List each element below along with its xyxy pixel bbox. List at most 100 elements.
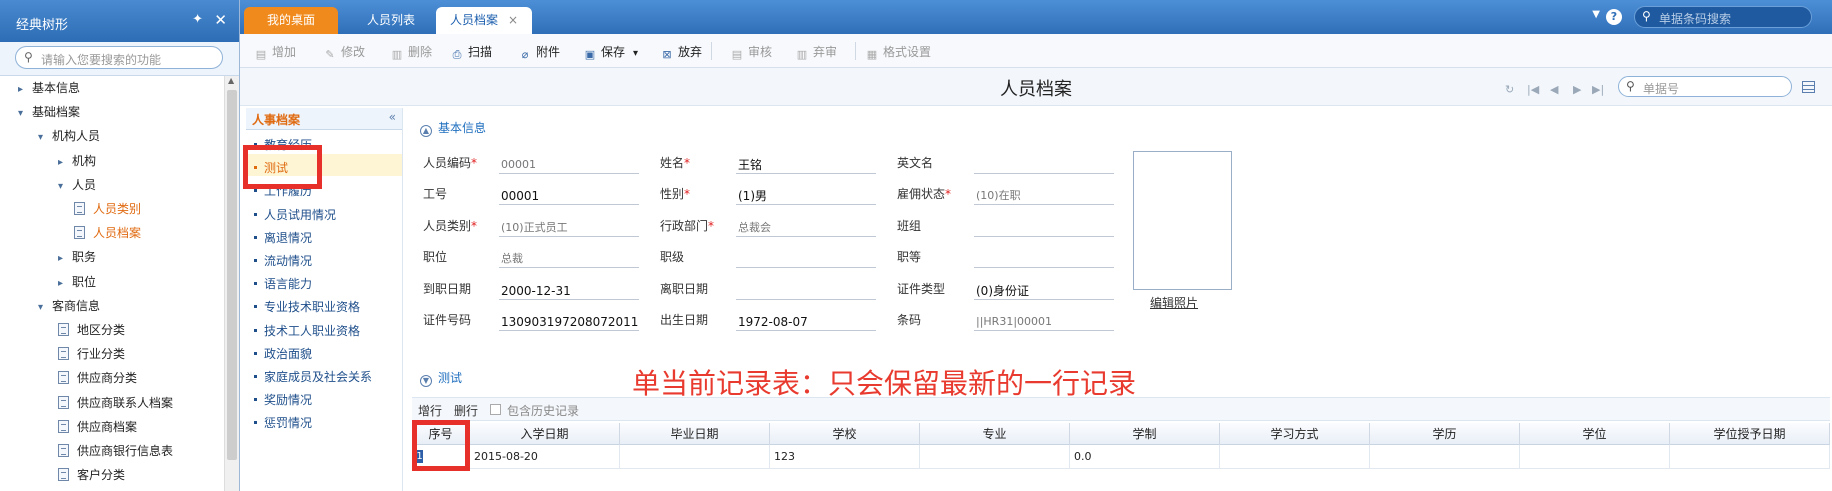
field-input[interactable] (736, 282, 876, 300)
section-detail[interactable]: ▼ 测试 (420, 369, 462, 387)
chevron-down-icon[interactable]: ▾ (38, 127, 52, 149)
record-number-search[interactable]: ⚲ 单据号 (1618, 76, 1792, 97)
toolbar-button-format[interactable]: ▦ 格式设置 (865, 43, 931, 61)
grid-cell[interactable] (620, 445, 770, 469)
field-input[interactable] (974, 219, 1114, 237)
tree-item[interactable]: ▸ 职位 (58, 271, 96, 293)
toolbar-button-unaudit[interactable]: ▥ 弃审 (795, 43, 837, 61)
tree-item[interactable]: ▸ 职务 (58, 246, 96, 268)
refresh-icon[interactable]: ↻ (1505, 83, 1514, 96)
tree-item[interactable]: 客户分类 (58, 464, 125, 486)
field-input[interactable] (974, 250, 1114, 269)
grid-cell[interactable] (1670, 445, 1830, 469)
field-input[interactable]: (10)正式员工 (499, 219, 639, 237)
tree-item[interactable]: ▾ 基础档案 (18, 101, 80, 123)
hr-archive-item[interactable]: 流动情况 (254, 252, 312, 269)
tab-close-icon[interactable]: × (508, 13, 518, 27)
delete-row-button[interactable]: 删行 (454, 402, 478, 419)
toolbar-button-delete[interactable]: ▥ 删除 (390, 43, 432, 61)
last-record-icon[interactable]: ▶| (1592, 83, 1604, 96)
hr-archive-item[interactable]: 语言能力 (254, 275, 312, 292)
field-input[interactable] (736, 250, 876, 269)
field-input[interactable]: 总裁 (499, 250, 639, 269)
field-input[interactable]: (1)男 (736, 187, 876, 206)
grid-column-header[interactable]: 入学日期 (470, 423, 620, 445)
chevron-down-icon[interactable]: ▾ (58, 176, 72, 198)
first-record-icon[interactable]: |◀ (1527, 83, 1539, 96)
toolbar-button-scan[interactable]: ⎙ 扫描 (450, 43, 492, 61)
tree-item[interactable]: 行业分类 (58, 343, 125, 365)
prev-record-icon[interactable]: ◀ (1550, 83, 1558, 96)
grid-column-header[interactable]: 学制 (1070, 423, 1220, 445)
tree-item[interactable]: 供应商档案 (58, 416, 137, 438)
tree-item[interactable]: 供应商分类 (58, 367, 137, 389)
tree-item[interactable]: ▾ 机构人员 (38, 125, 100, 147)
tab-my-desktop[interactable]: 我的桌面 (244, 7, 338, 34)
tree-item[interactable]: 供应商联系人档案 (58, 392, 173, 414)
hr-archive-item[interactable]: 专业技术职业资格 (254, 298, 360, 315)
field-input[interactable]: 总裁会 (736, 219, 876, 237)
grid-cell[interactable] (1520, 445, 1670, 469)
tree-item[interactable]: 地区分类 (58, 319, 125, 341)
field-input[interactable]: (0)身份证 (974, 282, 1114, 300)
tab-personnel-archive[interactable]: 人员档案 × (436, 7, 532, 34)
edit-photo-link[interactable]: 编辑照片 (1150, 294, 1198, 311)
field-input[interactable]: 00001 (499, 156, 639, 174)
field-input[interactable]: 1972-08-07 (736, 313, 876, 331)
close-icon[interactable]: ✕ (214, 11, 227, 29)
history-checkbox[interactable] (490, 404, 501, 415)
hr-archive-item[interactable]: 政治面貌 (254, 345, 312, 362)
hr-archive-item[interactable]: 人员试用情况 (254, 206, 336, 223)
table-row[interactable]: 1 2015-08-20 123 0.0 (412, 445, 1830, 469)
tree-item[interactable]: 人员类别 (74, 198, 141, 220)
tree-scrollbar[interactable]: ▲ (224, 76, 239, 491)
toolbar-button-discard[interactable]: ⊠ 放弃 (660, 43, 702, 61)
tree-item[interactable]: 供应商银行信息表 (58, 440, 173, 462)
chevron-down-icon[interactable]: ▼ (1592, 9, 1600, 20)
chevron-right-icon[interactable]: ▸ (58, 152, 72, 174)
chevron-right-icon[interactable]: ▸ (18, 79, 32, 101)
help-icon[interactable]: ? (1606, 9, 1622, 25)
grid-cell[interactable]: 123 (770, 445, 920, 469)
tree-item[interactable]: ▸ 基本信息 (18, 77, 80, 99)
field-input[interactable]: ||HR31|00001 (974, 313, 1114, 331)
hr-archive-item[interactable]: 技术工人职业资格 (254, 322, 360, 339)
hr-archive-item[interactable]: 奖励情况 (254, 391, 312, 408)
field-input[interactable]: 王铭 (736, 156, 876, 174)
grid-column-header[interactable]: 学习方式 (1220, 423, 1370, 445)
field-input[interactable]: 2000-12-31 (499, 282, 639, 300)
toolbar-button-edit[interactable]: ✎ 修改 (323, 43, 365, 61)
chevron-down-icon[interactable]: ▾ (38, 297, 52, 319)
tree-item[interactable]: 人员档案 (74, 222, 141, 244)
barcode-search-input[interactable]: ⚲ 单据条码搜索 (1634, 6, 1812, 28)
toolbar-button-save[interactable]: ▣ 保存 ▾ (583, 43, 638, 61)
section-basic-info[interactable]: ▲ 基本信息 (420, 119, 486, 137)
layout-grid-icon[interactable] (1802, 81, 1815, 93)
pin-icon[interactable]: ✦ (192, 12, 203, 27)
grid-column-header[interactable]: 学历 (1370, 423, 1520, 445)
chevron-down-icon[interactable]: ▾ (18, 103, 32, 125)
grid-cell[interactable] (1370, 445, 1520, 469)
grid-column-header[interactable]: 学校 (770, 423, 920, 445)
field-input[interactable] (974, 156, 1114, 174)
add-row-button[interactable]: 增行 (418, 402, 442, 419)
field-input[interactable]: 130903197208072011 (499, 313, 639, 331)
hr-archive-item[interactable]: 家庭成员及社会关系 (254, 368, 372, 385)
function-search-input[interactable]: ⚲ 请输入您要搜索的功能 (15, 46, 223, 69)
tree-item[interactable]: ▾ 客商信息 (38, 295, 100, 317)
grid-column-header[interactable]: 毕业日期 (620, 423, 770, 445)
grid-cell[interactable] (1220, 445, 1370, 469)
chevron-right-icon[interactable]: ▸ (58, 248, 72, 270)
photo-frame[interactable] (1133, 151, 1232, 290)
tree-item[interactable]: ▸ 机构 (58, 150, 96, 172)
tree-item[interactable]: ▾ 人员 (58, 174, 96, 196)
tab-personnel-list[interactable]: 人员列表 (344, 7, 438, 34)
hr-archive-item[interactable]: 惩罚情况 (254, 414, 312, 431)
field-input[interactable]: (10)在职 (974, 187, 1114, 206)
chevron-down-icon[interactable]: ▾ (633, 48, 638, 59)
grid-column-header[interactable]: 学位授予日期 (1670, 423, 1830, 445)
chevron-right-icon[interactable]: ▸ (58, 273, 72, 295)
scroll-up-icon[interactable]: ▲ (228, 76, 234, 85)
grid-cell[interactable] (920, 445, 1070, 469)
grid-column-header[interactable]: 专业 (920, 423, 1070, 445)
